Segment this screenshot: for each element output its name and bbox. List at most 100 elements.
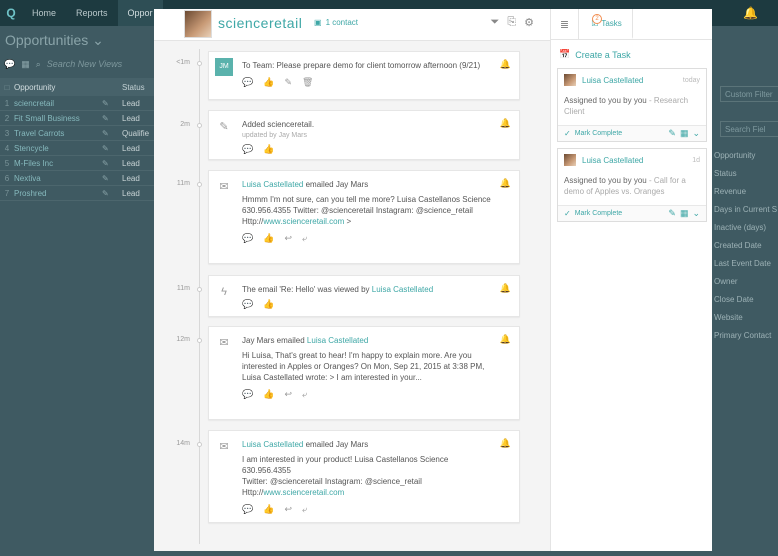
- trash-icon[interactable]: 🗑: [302, 77, 313, 88]
- reminder-bell-icon[interactable]: 🔔: [500, 118, 511, 129]
- email-header: Luisa Castellated emailed Jay Mars: [242, 179, 497, 190]
- table-row[interactable]: 5 M-Files Inc ✎ Lead: [0, 156, 160, 171]
- table-row[interactable]: 3 Travel Carrots ✎ Qualifie: [0, 126, 160, 141]
- email-body: Hi Luisa, That's great to hear! I'm happ…: [242, 351, 485, 382]
- nav-home[interactable]: Home: [22, 0, 66, 26]
- website-link[interactable]: www.scienceretail.com: [263, 488, 344, 497]
- task-due: 1d: [692, 156, 700, 164]
- task-contact-link[interactable]: Luisa Castellated: [582, 76, 677, 85]
- like-icon[interactable]: 👍: [263, 233, 274, 244]
- email-header: Luisa Castellated emailed Jay Mars: [242, 439, 497, 450]
- chat-icon[interactable]: 💬: [4, 59, 15, 70]
- reply-all-icon[interactable]: ⤶: [302, 389, 307, 400]
- recipient-link[interactable]: Luisa Castellated: [307, 336, 368, 345]
- timeline-dot: [197, 442, 202, 447]
- field-item[interactable]: Inactive (days): [714, 223, 766, 232]
- field-item[interactable]: Revenue: [714, 187, 746, 196]
- col-opportunity[interactable]: Opportunity: [14, 83, 102, 92]
- like-icon[interactable]: 👍: [263, 77, 274, 88]
- col-status[interactable]: Status: [122, 83, 145, 92]
- reply-all-icon[interactable]: ⤶: [302, 504, 307, 515]
- edit-icon[interactable]: ✎: [668, 208, 676, 219]
- table-row[interactable]: 4 Stencycle ✎ Lead: [0, 141, 160, 156]
- reminder-bell-icon[interactable]: 🔔: [500, 438, 511, 449]
- comment-icon[interactable]: 💬: [242, 77, 253, 88]
- field-item[interactable]: Last Event Date: [714, 259, 771, 268]
- field-item[interactable]: Created Date: [714, 241, 762, 250]
- like-icon[interactable]: 👍: [263, 389, 274, 400]
- chevron-down-icon[interactable]: ⌄: [692, 208, 700, 219]
- nav-reports[interactable]: Reports: [66, 0, 118, 26]
- edit-icon[interactable]: ✎: [102, 144, 122, 153]
- search-views-input[interactable]: Search New Views: [47, 59, 122, 69]
- funnel-icon[interactable]: ⏷: [491, 16, 500, 29]
- field-item[interactable]: Primary Contact: [714, 331, 771, 340]
- comment-icon[interactable]: 💬: [242, 144, 253, 155]
- sender-link[interactable]: Luisa Castellated: [242, 440, 303, 449]
- like-icon[interactable]: 👍: [263, 299, 274, 310]
- like-icon[interactable]: 👍: [263, 144, 274, 155]
- like-icon[interactable]: 👍: [263, 504, 274, 515]
- settings-icon[interactable]: ⚙: [524, 16, 534, 29]
- task-count-badge: 2: [592, 14, 602, 24]
- reminder-bell-icon[interactable]: 🔔: [500, 283, 511, 294]
- field-item[interactable]: Days in Current S: [714, 205, 777, 214]
- create-task-label: Create a Task: [575, 49, 631, 60]
- create-task-button[interactable]: 📅 Create a Task: [559, 49, 631, 60]
- field-item[interactable]: Opportunity: [714, 151, 755, 160]
- comment-icon[interactable]: 💬: [242, 299, 253, 310]
- page-title[interactable]: Opportunities ⌄: [5, 32, 104, 49]
- edit-icon[interactable]: ✎: [102, 174, 122, 183]
- field-item[interactable]: Status: [714, 169, 737, 178]
- sender-link[interactable]: Luisa Castellated: [242, 180, 303, 189]
- notifications-bell-icon[interactable]: 🔔: [743, 6, 758, 20]
- chevron-down-icon[interactable]: ⌄: [692, 128, 700, 139]
- list-icon: ≣: [559, 18, 570, 31]
- website-link[interactable]: www.scienceretail.com: [263, 217, 344, 226]
- comment-icon[interactable]: 💬: [242, 233, 253, 244]
- note-text: To Team: Please prepare demo for client …: [242, 61, 481, 70]
- edit-icon[interactable]: ✎: [284, 77, 292, 88]
- custom-filter-input[interactable]: Custom Filter: [720, 86, 778, 102]
- mark-complete-button[interactable]: Mark Complete: [575, 130, 665, 137]
- edit-icon[interactable]: ✎: [102, 159, 122, 168]
- calendar-icon[interactable]: ▦: [680, 128, 689, 139]
- reminder-bell-icon[interactable]: 🔔: [500, 59, 511, 70]
- check-icon: ✓: [564, 209, 571, 218]
- tab-menu[interactable]: ≣: [551, 9, 579, 39]
- select-all-checkbox[interactable]: □: [0, 83, 14, 92]
- viewer-link[interactable]: Luisa Castellated: [372, 285, 433, 294]
- reply-icon[interactable]: ↩: [284, 389, 292, 400]
- edit-icon[interactable]: ✎: [102, 129, 122, 138]
- table-row[interactable]: 1 sciencretail ✎ Lead: [0, 96, 160, 111]
- reminder-bell-icon[interactable]: 🔔: [500, 334, 511, 345]
- edit-icon[interactable]: ✎: [102, 114, 122, 123]
- comment-icon[interactable]: 💬: [242, 389, 253, 400]
- field-item[interactable]: Close Date: [714, 295, 754, 304]
- edit-icon[interactable]: ✎: [102, 99, 122, 108]
- field-item[interactable]: Website: [714, 313, 743, 322]
- reminder-bell-icon[interactable]: 🔔: [500, 178, 511, 189]
- edit-icon[interactable]: ✎: [668, 128, 676, 139]
- table-row[interactable]: 6 Nextiva ✎ Lead: [0, 171, 160, 186]
- edit-icon[interactable]: ✎: [102, 189, 122, 198]
- field-item[interactable]: Owner: [714, 277, 738, 286]
- reply-all-icon[interactable]: ⤶: [302, 233, 307, 244]
- comment-icon[interactable]: 💬: [242, 504, 253, 515]
- mark-complete-button[interactable]: Mark Complete: [575, 210, 665, 217]
- search-fields-input[interactable]: Search Fiel: [720, 121, 778, 137]
- task-contact-link[interactable]: Luisa Castellated: [582, 156, 686, 165]
- calendar-icon[interactable]: ▦: [680, 208, 689, 219]
- header-actions: ⏷ ⎘ ⚙: [491, 16, 535, 29]
- table-row[interactable]: 2 Fit Small Business ✎ Lead: [0, 111, 160, 126]
- table-row[interactable]: 7 Proshred ✎ Lead: [0, 186, 160, 201]
- contacts-link[interactable]: ▣ 1 contact: [314, 18, 358, 27]
- reply-icon[interactable]: ↩: [284, 504, 292, 515]
- grid-icon[interactable]: ▦: [21, 59, 30, 70]
- edit-entry: ✎ Added scienceretail. updated by Jay Ma…: [208, 110, 520, 160]
- document-settings-icon[interactable]: ⎘: [507, 16, 516, 29]
- reply-icon[interactable]: ↩: [284, 233, 292, 244]
- tab-tasks[interactable]: 2 ☑ Tasks: [579, 9, 633, 39]
- opportunity-name[interactable]: scienceretail: [218, 15, 302, 31]
- task-footer: ✓ Mark Complete ✎ ▦ ⌄: [558, 125, 706, 141]
